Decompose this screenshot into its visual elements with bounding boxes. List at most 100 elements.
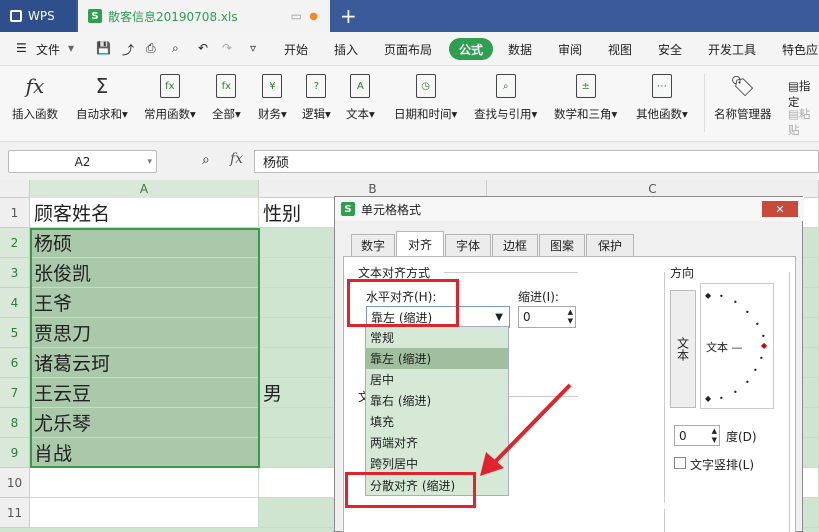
print-icon[interactable]: ⎙ bbox=[146, 41, 156, 56]
cell-a[interactable]: 肖战 bbox=[30, 438, 259, 468]
financial-button[interactable]: ¥ 财务▾ bbox=[258, 72, 287, 122]
menu-formula[interactable]: 公式 bbox=[449, 38, 493, 60]
vertical-text-button[interactable]: 文本 bbox=[670, 290, 696, 408]
menu-view[interactable]: 视图 bbox=[608, 41, 632, 58]
cell-a[interactable]: 王爷 bbox=[30, 288, 259, 318]
spreadsheet-icon: S bbox=[88, 9, 102, 23]
tab-font[interactable]: 字体 bbox=[445, 234, 491, 256]
specify-icon: ▤ bbox=[788, 79, 799, 93]
name-manager-button[interactable]: 🏷 名称管理器 bbox=[714, 72, 772, 122]
tab-number[interactable]: 数字 bbox=[351, 234, 395, 256]
export-icon[interactable]: ⤴ bbox=[122, 41, 134, 58]
row-header[interactable]: 7 bbox=[0, 378, 30, 408]
name-box[interactable]: A2 ▾ bbox=[8, 150, 157, 173]
a-book-icon: A bbox=[350, 74, 371, 98]
magnifier-book-icon: ⌕ bbox=[495, 74, 516, 98]
degree-input[interactable]: 0 ▲ ▼ bbox=[674, 425, 720, 446]
orientation-dial[interactable]: ◆ • • • • • 文本 — ◆ • • • • • ◆ bbox=[700, 283, 774, 409]
monitor-icon[interactable]: ▭ bbox=[291, 9, 302, 23]
row-header[interactable]: 6 bbox=[0, 348, 30, 378]
lookup-reference-button[interactable]: ⌕ 查找与引用▾ bbox=[474, 72, 537, 122]
row-header[interactable]: 5 bbox=[0, 318, 30, 348]
unsaved-dot-icon[interactable]: ● bbox=[309, 11, 318, 22]
row-header[interactable]: 10 bbox=[0, 468, 30, 498]
option-left-indent[interactable]: 靠左 (缩进) bbox=[366, 348, 508, 369]
chevron-down-icon[interactable]: ▾ bbox=[68, 41, 74, 55]
cell-a[interactable] bbox=[30, 498, 259, 528]
yen-book-icon: ¥ bbox=[262, 74, 283, 98]
tab-pattern[interactable]: 图案 bbox=[539, 234, 585, 256]
paste-icon: ▤ bbox=[788, 107, 799, 121]
cell-a[interactable] bbox=[30, 468, 259, 498]
cell-a[interactable]: 张俊凯 bbox=[30, 258, 259, 288]
row-header[interactable]: 3 bbox=[0, 258, 30, 288]
menu-special[interactable]: 特色应 bbox=[782, 41, 818, 58]
cell-a[interactable]: 杨硕 bbox=[30, 228, 259, 258]
chevron-down-icon[interactable]: ▾ bbox=[147, 157, 152, 167]
select-all-corner[interactable] bbox=[0, 180, 30, 198]
row-header[interactable]: 9 bbox=[0, 438, 30, 468]
ribbon-divider bbox=[704, 74, 705, 132]
date-time-button[interactable]: ◷ 日期和时间▾ bbox=[394, 72, 457, 122]
vertical-text-checkbox[interactable] bbox=[674, 457, 686, 469]
all-functions-button[interactable]: fx 全部▾ bbox=[212, 72, 241, 122]
more-functions-button[interactable]: ⋯ 其他函数▾ bbox=[636, 72, 688, 122]
title-bar: WPS S 散客信息20190708.xls ▭ ● + bbox=[0, 0, 819, 32]
undo-icon[interactable]: ↶ bbox=[198, 41, 208, 55]
degree-label: 度(D) bbox=[726, 430, 757, 444]
logical-button[interactable]: ? 逻辑▾ bbox=[302, 72, 331, 122]
file-menu[interactable]: 文件 bbox=[36, 41, 60, 58]
sigma-icon: Σ bbox=[95, 74, 109, 98]
cell-a[interactable]: 贾思刀 bbox=[30, 318, 259, 348]
cell-a[interactable]: 王云豆 bbox=[30, 378, 259, 408]
menu-data[interactable]: 数据 bbox=[508, 41, 532, 58]
tab-alignment[interactable]: 对齐 bbox=[396, 231, 444, 257]
hamburger-icon[interactable]: ☰ bbox=[16, 41, 27, 55]
tab-protection[interactable]: 保护 bbox=[586, 234, 634, 256]
menu-developer[interactable]: 开发工具 bbox=[708, 41, 756, 58]
quick-access-chevron-icon[interactable]: ▿ bbox=[250, 41, 256, 55]
column-header-a[interactable]: A bbox=[30, 180, 259, 198]
math-trig-button[interactable]: ± 数学和三角▾ bbox=[554, 72, 617, 122]
clock-book-icon: ◷ bbox=[415, 74, 436, 98]
menu-review[interactable]: 审阅 bbox=[558, 41, 582, 58]
text-functions-button[interactable]: A 文本▾ bbox=[346, 72, 375, 122]
question-book-icon: ? bbox=[306, 74, 327, 98]
fx-label[interactable]: fx bbox=[230, 151, 243, 167]
paste-button[interactable]: ▤粘贴 bbox=[788, 106, 819, 138]
redo-icon[interactable]: ↷ bbox=[222, 41, 232, 55]
name-manager-icon: 🏷 bbox=[730, 74, 756, 98]
autosum-button[interactable]: Σ 自动求和▾ bbox=[76, 72, 128, 122]
preview-icon[interactable]: ⌕ bbox=[172, 41, 179, 56]
cell-a[interactable]: 顾客姓名 bbox=[30, 198, 259, 228]
menu-insert[interactable]: 插入 bbox=[334, 41, 358, 58]
row-header[interactable]: 11 bbox=[0, 498, 30, 528]
menu-security[interactable]: 安全 bbox=[658, 41, 682, 58]
option-general[interactable]: 常规 bbox=[366, 327, 508, 348]
indent-label: 缩进(I): bbox=[518, 290, 559, 304]
insert-function-button[interactable]: fx 插入函数 bbox=[12, 72, 58, 122]
row-header[interactable]: 8 bbox=[0, 408, 30, 438]
wps-logo-icon bbox=[10, 10, 22, 22]
menu-page-layout[interactable]: 页面布局 bbox=[384, 41, 432, 58]
wps-home-tab[interactable]: WPS bbox=[0, 0, 76, 32]
row-header[interactable]: 2 bbox=[0, 228, 30, 258]
row-header[interactable]: 1 bbox=[0, 198, 30, 228]
save-icon[interactable]: 💾 bbox=[96, 41, 111, 55]
document-tab[interactable]: S 散客信息20190708.xls ▭ ● bbox=[78, 0, 330, 32]
spinner-icon[interactable]: ▲ ▼ bbox=[568, 308, 573, 326]
star-fx-icon: fx bbox=[159, 74, 180, 98]
tab-border[interactable]: 边框 bbox=[492, 234, 538, 256]
highlight-box-distributed bbox=[345, 472, 476, 508]
zoom-magnifier-icon[interactable]: ⌕ bbox=[202, 152, 210, 168]
dialog-close-button[interactable]: ✕ bbox=[762, 201, 798, 217]
formula-input[interactable]: 杨硕 bbox=[254, 150, 819, 173]
spinner-icon[interactable]: ▲ ▼ bbox=[712, 427, 717, 445]
indent-input[interactable]: 0 ▲ ▼ bbox=[518, 306, 576, 328]
menu-home[interactable]: 开始 bbox=[284, 41, 308, 58]
new-tab-plus-icon[interactable]: + bbox=[340, 4, 357, 28]
row-header[interactable]: 4 bbox=[0, 288, 30, 318]
common-functions-button[interactable]: fx 常用函数▾ bbox=[144, 72, 196, 122]
cell-a[interactable]: 尤乐琴 bbox=[30, 408, 259, 438]
cell-a[interactable]: 诸葛云珂 bbox=[30, 348, 259, 378]
